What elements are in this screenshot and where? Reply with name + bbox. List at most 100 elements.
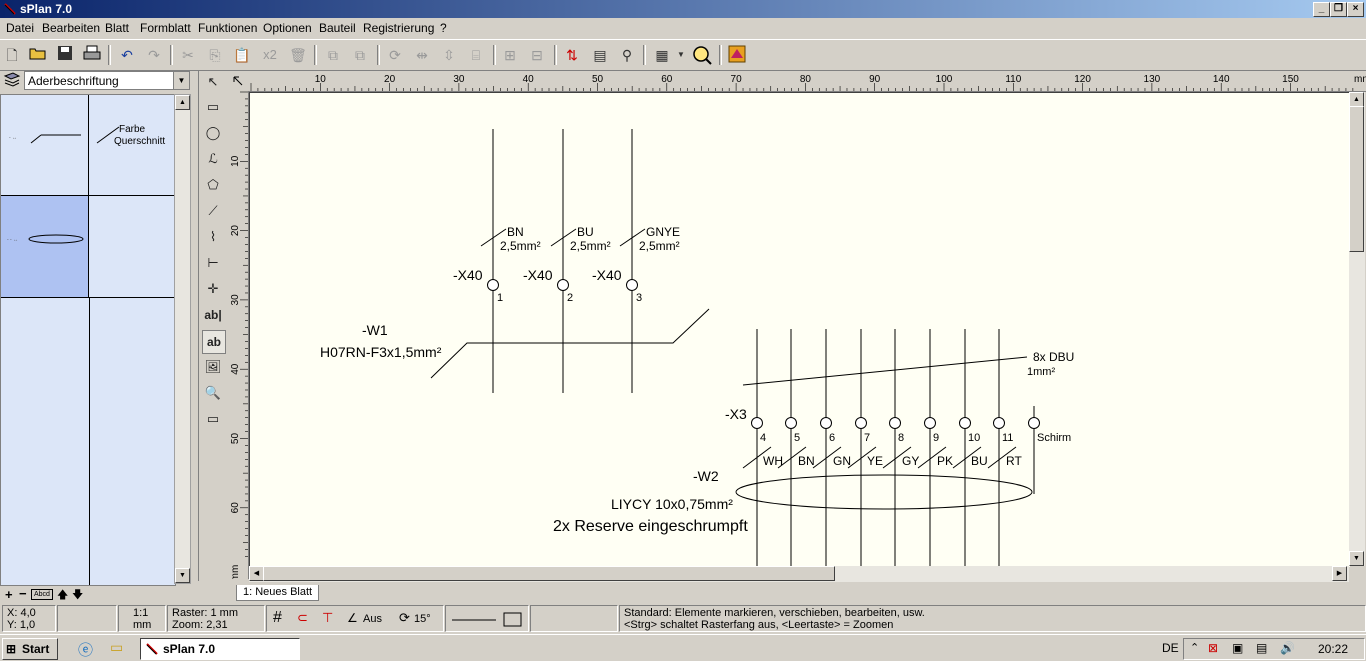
image-icon[interactable]: 🖼	[202, 356, 224, 378]
duplicate-button[interactable]: x2	[260, 45, 280, 65]
undo-icon[interactable]: ↶	[117, 45, 137, 65]
scroll-right-icon[interactable]: ▶	[1332, 566, 1347, 581]
move-down-icon[interactable]: 🡇	[72, 586, 83, 605]
numbering-icon[interactable]: ⇅	[562, 45, 582, 65]
dimension-icon[interactable]: ⊢	[202, 252, 224, 274]
component-library-icon[interactable]	[727, 45, 747, 65]
chevron-down-icon[interactable]: ▼	[173, 72, 189, 89]
add-library-button[interactable]: +	[5, 587, 13, 602]
magnet-icon[interactable]: ⊂	[297, 610, 308, 626]
angle-icon[interactable]: ∠	[347, 611, 358, 625]
text-tool[interactable]: ab|	[202, 304, 224, 326]
hint-line-1: Standard: Elemente markieren, verschiebe…	[624, 607, 925, 619]
bezier-icon[interactable]: ⌇	[202, 226, 224, 248]
paste-icon[interactable]: 📋	[232, 45, 252, 65]
device-icon[interactable]: ▣	[1232, 641, 1243, 655]
menu-blatt[interactable]: Blatt	[105, 21, 129, 35]
scroll-thumb[interactable]	[1349, 106, 1364, 252]
menu-formblatt[interactable]: Formblatt	[140, 21, 191, 35]
magnifier-icon[interactable]: 🔍	[202, 382, 224, 404]
mirror-horizontal-icon[interactable]: ⇹	[412, 45, 432, 65]
scroll-up-icon[interactable]: ▲	[175, 95, 190, 110]
search-binoculars-icon[interactable]: ⚲	[617, 45, 637, 65]
textbox-tool[interactable]: ab	[202, 330, 226, 354]
grid-icon[interactable]: ▦	[652, 45, 672, 65]
scroll-down-icon[interactable]: ▼	[1349, 551, 1364, 566]
canvas-vertical-scrollbar[interactable]: ▲ ▼	[1349, 92, 1365, 566]
ruler-label: 60	[661, 74, 673, 85]
library-cell[interactable]: - ↔	[1, 95, 89, 196]
ruler-label: 20	[230, 225, 241, 237]
redo-icon[interactable]: ↷	[144, 45, 164, 65]
canvas-horizontal-scrollbar[interactable]: ◀ ▶	[249, 566, 1349, 582]
ie-browser-icon[interactable]: ⓔ	[78, 639, 93, 660]
menu-bauteil[interactable]: Bauteil	[319, 21, 356, 35]
new-file-icon[interactable]: 🗋	[2, 45, 22, 65]
pin-snap-icon[interactable]: ⊤	[322, 610, 333, 626]
volume-icon[interactable]: 🔊	[1280, 641, 1295, 655]
library-cell-selected[interactable]: - - ↔	[1, 196, 89, 298]
delete-icon[interactable]: 🗑	[288, 45, 308, 65]
move-up-icon[interactable]: 🡅	[57, 586, 68, 605]
line-icon[interactable]: ⟋	[202, 200, 224, 222]
angle-mode[interactable]: Aus	[363, 613, 382, 625]
copy-icon[interactable]: ⎘	[205, 45, 225, 65]
menu-bearbeiten[interactable]: Bearbeiten	[42, 21, 100, 35]
network-error-icon[interactable]: ⊠	[1208, 641, 1218, 655]
menu-help[interactable]: ?	[440, 21, 447, 35]
menu-optionen[interactable]: Optionen	[263, 21, 312, 35]
sheet-tab[interactable]: 1: Neues Blatt	[236, 585, 320, 601]
group-icon[interactable]: ⊞	[500, 45, 520, 65]
library-cell[interactable]	[89, 196, 176, 298]
mirror-vertical-icon[interactable]: ⇳	[439, 45, 459, 65]
save-icon[interactable]	[55, 45, 75, 65]
grid-snap-icon[interactable]: #	[273, 609, 282, 627]
rotate-angle-value[interactable]: 15°	[414, 613, 431, 625]
minimize-button[interactable]: _	[1313, 2, 1330, 17]
language-indicator[interactable]: DE	[1162, 641, 1179, 655]
x3-pin-10: 10	[968, 432, 980, 444]
menu-registrierung[interactable]: Registrierung	[363, 21, 434, 35]
library-book-icon[interactable]	[3, 71, 21, 88]
cut-icon[interactable]: ✂	[178, 45, 198, 65]
rotate-icon[interactable]: ⟳	[385, 45, 405, 65]
menu-datei[interactable]: Datei	[6, 21, 34, 35]
rectangle-icon[interactable]: ▭	[202, 96, 224, 118]
explorer-folder-icon[interactable]: ▭	[110, 639, 123, 656]
send-back-icon[interactable]: ⧉	[350, 45, 370, 65]
line-style-icon[interactable]	[446, 606, 528, 631]
scroll-down-icon[interactable]: ▼	[175, 568, 190, 583]
ellipse-icon[interactable]: ◯	[202, 122, 224, 144]
polygon-icon[interactable]: ⬠	[202, 174, 224, 196]
scroll-up-icon[interactable]: ▲	[1349, 92, 1364, 107]
scroll-thumb[interactable]	[263, 566, 835, 581]
remove-library-button[interactable]: −	[19, 586, 27, 601]
restore-button[interactable]: ❐	[1330, 2, 1347, 17]
open-folder-icon[interactable]	[28, 45, 48, 65]
network-icon[interactable]: ▤	[1256, 641, 1267, 655]
library-select[interactable]: Aderbeschriftung ▼	[24, 71, 190, 90]
start-button[interactable]: ⊞ Start	[2, 638, 58, 660]
w1-name: -W1	[362, 322, 388, 338]
ruler-icon[interactable]: ▭	[202, 408, 224, 430]
library-scrollbar[interactable]: ▲ ▼	[174, 94, 191, 584]
close-button[interactable]: ×	[1347, 2, 1364, 17]
ungroup-icon[interactable]: ⊟	[527, 45, 547, 65]
align-icon[interactable]: ⌸	[466, 45, 486, 65]
library-cell[interactable]: Farbe Querschnitt	[89, 95, 176, 196]
grid-dropdown-icon[interactable]: ▼	[676, 45, 686, 65]
menu-funktionen[interactable]: Funktionen	[198, 21, 257, 35]
freehand-icon[interactable]: ℒ	[202, 148, 224, 170]
drawing-canvas[interactable]: BN BU GNYE 2,5mm² 2,5mm² 2,5mm² -X40 -X4…	[249, 92, 1350, 567]
tray-expand-icon[interactable]: ⌃	[1190, 641, 1199, 654]
print-icon[interactable]	[82, 45, 102, 65]
abcd-badge[interactable]: Abcd	[31, 589, 53, 600]
junction-icon[interactable]: ✛	[202, 278, 224, 300]
pointer-icon[interactable]: ↖	[202, 71, 224, 93]
scroll-left-icon[interactable]: ◀	[249, 566, 264, 581]
taskbar-app-button[interactable]: sPlan 7.0	[140, 638, 300, 660]
zoom-fit-icon[interactable]	[692, 45, 712, 65]
parts-list-icon[interactable]: ▤	[590, 45, 610, 65]
rotate-angle-icon[interactable]: ⟳	[399, 610, 410, 626]
bring-front-icon[interactable]: ⧉	[323, 45, 343, 65]
